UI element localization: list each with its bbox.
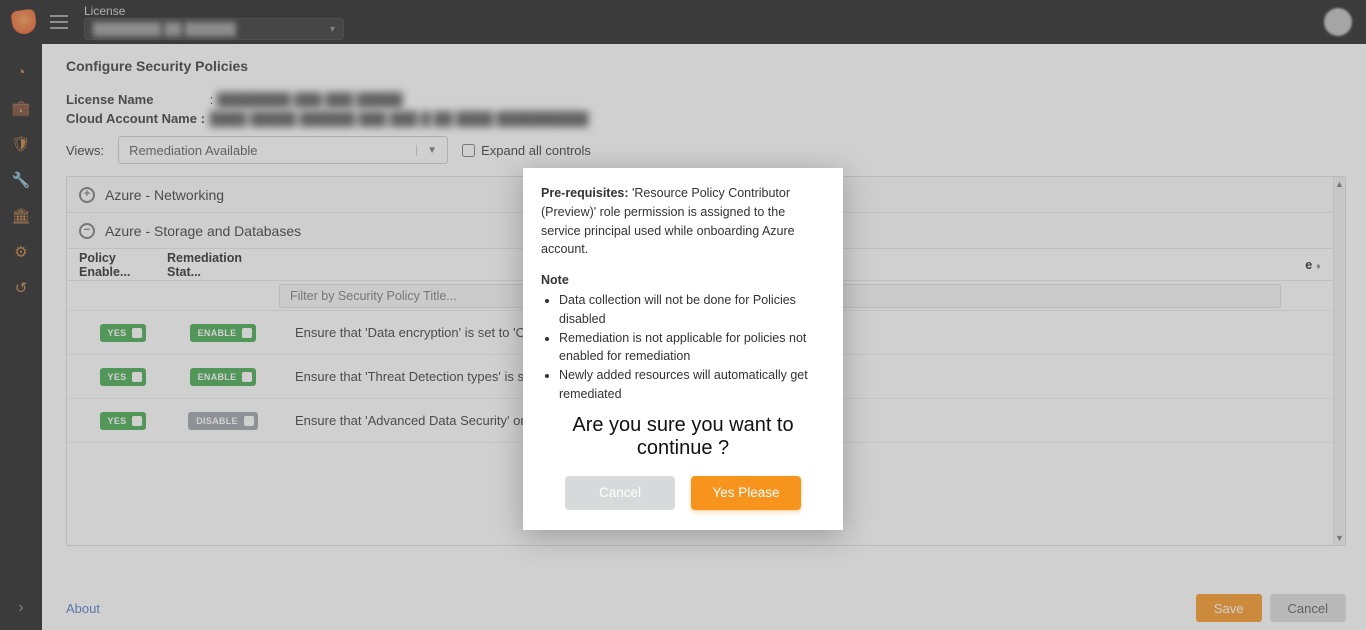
modal-cancel-button[interactable]: Cancel (565, 476, 675, 510)
modal-confirm-text: Are you sure you want to continue ? (541, 414, 825, 460)
modal-actions: Cancel Yes Please (541, 476, 825, 510)
confirm-modal: Pre-requisites: 'Resource Policy Contrib… (523, 168, 843, 530)
modal-note-item: Data collection will not be done for Pol… (559, 291, 825, 329)
modal-note-item: Newly added resources will automatically… (559, 366, 825, 404)
prereq-label: Pre-requisites: (541, 186, 629, 200)
modal-yes-button[interactable]: Yes Please (691, 476, 801, 510)
modal-note-label: Note (541, 273, 825, 287)
modal-note-list: Data collection will not be done for Pol… (541, 291, 825, 404)
modal-note-item: Remediation is not applicable for polici… (559, 329, 825, 367)
modal-prereq: Pre-requisites: 'Resource Policy Contrib… (541, 184, 825, 259)
